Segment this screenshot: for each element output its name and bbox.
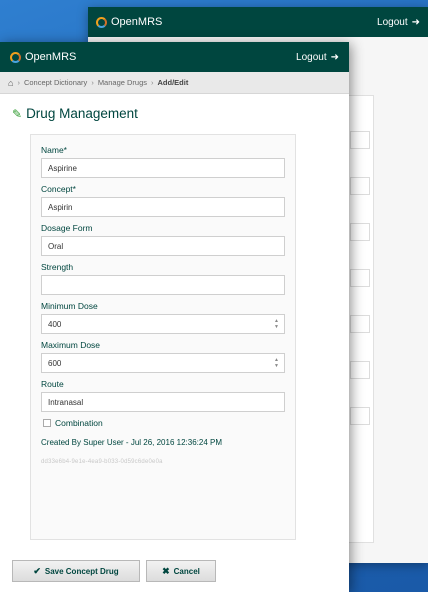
openmrs-logo-icon (96, 16, 107, 28)
route-field-group: Route Intranasal (41, 379, 285, 412)
background-brand-name: OpenMRS (111, 16, 163, 28)
strength-input[interactable] (41, 275, 285, 295)
home-icon[interactable]: ⌂ (8, 78, 13, 88)
dosage-form-label: Dosage Form (41, 223, 93, 233)
minimum-dose-value: 400 (48, 319, 62, 329)
name-field-group: Name* Aspirine (41, 145, 285, 178)
background-field (350, 223, 370, 241)
route-input[interactable]: Intranasal (41, 392, 285, 412)
maximum-dose-value: 600 (48, 358, 62, 368)
dosage-form-field-group: Dosage Form Oral (41, 223, 285, 256)
created-by-info: Created By Super User - Jul 26, 2016 12:… (41, 438, 222, 447)
concept-field-group: Concept* Aspirin (41, 184, 285, 217)
uuid-text: dd33e6b4-9e1e-4ea9-b033-0d59c6de0e0a (41, 459, 163, 465)
combination-label: Combination (55, 418, 103, 428)
combination-checkbox[interactable] (43, 419, 51, 427)
breadcrumb-concept-dictionary[interactable]: Concept Dictionary (24, 78, 87, 87)
app-brand[interactable]: OpenMRS (10, 51, 76, 63)
form-actions: ✔ Save Concept Drug ✖ Cancel (12, 560, 216, 582)
close-icon: ✖ (162, 565, 170, 576)
dosage-form-input[interactable]: Oral (41, 236, 285, 256)
cancel-button-label: Cancel (173, 566, 200, 576)
minimum-dose-field-group: Minimum Dose 400 ▲ ▼ (41, 301, 285, 334)
background-field (350, 407, 370, 425)
page-title-text: Drug Management (26, 106, 138, 121)
openmrs-logo-icon (10, 51, 21, 63)
minimum-dose-stepper[interactable]: 400 ▲ ▼ (41, 314, 285, 334)
drug-form: Name* Aspirine Concept* Aspirin Dosage F… (30, 134, 296, 540)
app-header: OpenMRS Logout ➜ (0, 42, 349, 72)
strength-field-group: Strength (41, 262, 285, 295)
page-title: ✎ Drug Management (12, 106, 349, 121)
maximum-dose-field-group: Maximum Dose 600 ▲ ▼ (41, 340, 285, 373)
logout-label: Logout (296, 51, 327, 63)
cancel-button[interactable]: ✖ Cancel (146, 560, 216, 582)
maximum-dose-stepper[interactable]: 600 ▲ ▼ (41, 353, 285, 373)
background-field (350, 315, 370, 333)
minimum-dose-label: Minimum Dose (41, 301, 98, 311)
stepper-arrows-icon[interactable]: ▲ ▼ (274, 318, 280, 330)
background-field (350, 131, 370, 149)
name-label: Name* (41, 145, 67, 155)
breadcrumb-separator: › (151, 78, 154, 87)
maximum-dose-label: Maximum Dose (41, 340, 101, 350)
drug-management-window: OpenMRS Logout ➜ ⌂ › Concept Dictionary … (0, 42, 349, 592)
background-field (350, 269, 370, 287)
breadcrumb: ⌂ › Concept Dictionary › Manage Drugs › … (0, 72, 349, 94)
route-label: Route (41, 379, 64, 389)
save-concept-drug-button[interactable]: ✔ Save Concept Drug (12, 560, 140, 582)
combination-row: Combination (43, 418, 285, 428)
background-field (350, 361, 370, 379)
stepper-arrows-icon[interactable]: ▲ ▼ (274, 357, 280, 369)
background-logout-label: Logout (377, 16, 408, 28)
name-input[interactable]: Aspirine (41, 158, 285, 178)
breadcrumb-separator: › (91, 78, 94, 87)
background-brand[interactable]: OpenMRS (96, 16, 162, 28)
check-icon: ✔ (33, 565, 41, 576)
logout-icon: ➜ (411, 16, 420, 28)
background-logout-link[interactable]: Logout ➜ (377, 17, 420, 28)
breadcrumb-separator: › (17, 78, 20, 87)
breadcrumb-manage-drugs[interactable]: Manage Drugs (98, 78, 147, 87)
concept-input[interactable]: Aspirin (41, 197, 285, 217)
strength-label: Strength (41, 262, 74, 272)
save-button-label: Save Concept Drug (44, 566, 119, 576)
breadcrumb-add-edit: Add/Edit (157, 78, 189, 87)
app-brand-name: OpenMRS (25, 51, 77, 63)
logout-icon: ➜ (330, 51, 339, 63)
pencil-icon: ✎ (12, 106, 23, 121)
concept-label: Concept* (41, 184, 76, 194)
background-field (350, 177, 370, 195)
logout-link[interactable]: Logout ➜ (296, 52, 339, 63)
background-header: OpenMRS Logout ➜ (88, 7, 428, 37)
